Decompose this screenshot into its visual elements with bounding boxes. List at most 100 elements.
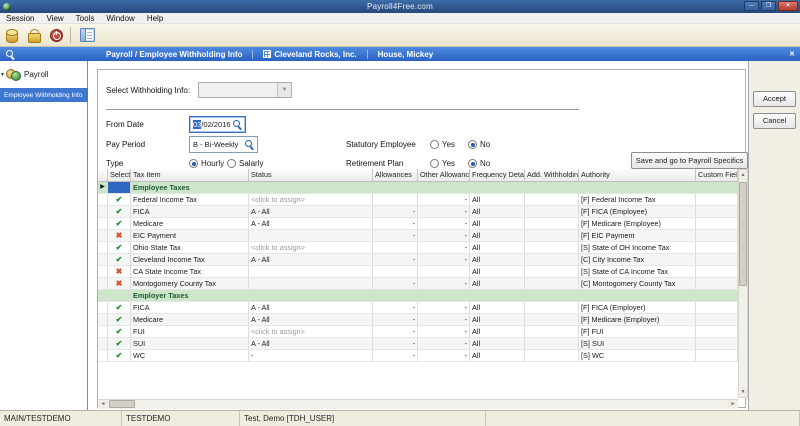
menu-item-session[interactable]: Session — [0, 14, 40, 23]
retirement-yes-radio[interactable] — [430, 159, 439, 168]
statutory-no-radio[interactable] — [468, 140, 477, 149]
select-cell[interactable]: ✔ — [108, 314, 131, 325]
column-header-other-allowances[interactable]: Other Allowances — [418, 169, 470, 181]
status-cell[interactable]: A - All — [249, 254, 373, 265]
status-cell[interactable]: A - All — [249, 218, 373, 229]
maximize-button[interactable]: ❐ — [761, 1, 776, 11]
lock-button[interactable] — [24, 26, 44, 45]
scroll-down-icon[interactable]: ▼ — [739, 387, 747, 397]
column-header-tax-item[interactable]: Tax Item — [131, 169, 249, 181]
search-button[interactable] — [0, 50, 20, 59]
select-cell[interactable]: ✔ — [108, 242, 131, 253]
status-cell[interactable] — [249, 230, 373, 241]
statutory-yes-radio[interactable] — [430, 140, 439, 149]
type-hourly-radio[interactable] — [189, 159, 198, 168]
sidebar-item-employee-withholding-info[interactable]: Employee Withholding Info — [0, 88, 88, 102]
minimize-button[interactable]: ─ — [744, 1, 759, 11]
column-header-authority[interactable]: Authority — [579, 169, 696, 181]
scroll-left-icon[interactable]: ◄ — [98, 400, 108, 408]
column-header-select[interactable]: Select — [108, 169, 131, 181]
status-cell[interactable]: A - All — [249, 206, 373, 217]
database-button[interactable] — [2, 26, 22, 45]
tab-2[interactable]: Cleveland Rocks, Inc. — [252, 50, 366, 59]
table-row[interactable]: ✔Cleveland Income TaxA - All--All[C] Cit… — [98, 254, 738, 266]
tax-item-cell: FICA — [131, 302, 249, 313]
table-row[interactable]: ✔FICAA - All--All[F] FICA (Employee) — [98, 206, 738, 218]
menu-item-view[interactable]: View — [40, 14, 69, 23]
select-cell[interactable]: ✖ — [108, 230, 131, 241]
status-cell[interactable] — [249, 266, 373, 277]
column-header-add-withholding[interactable]: Add. Withholding — [525, 169, 579, 181]
horizontal-scrollbar[interactable]: ◄ ► — [98, 399, 738, 409]
retirement-no-radio[interactable] — [468, 159, 477, 168]
withholding-select[interactable]: ▼ — [198, 82, 292, 98]
scroll-right-icon[interactable]: ► — [728, 400, 738, 408]
notebook-button[interactable] — [77, 26, 97, 45]
select-cell[interactable]: ✖ — [108, 278, 131, 289]
frequency-detail-cell: All — [470, 242, 525, 253]
select-cell[interactable]: ✔ — [108, 218, 131, 229]
close-button[interactable]: ✕ — [778, 1, 798, 11]
type-salarly-radio[interactable] — [227, 159, 236, 168]
tab-3[interactable]: House, Mickey — [367, 50, 444, 59]
table-group-row[interactable]: ▶Employee Taxes — [98, 182, 738, 194]
table-row[interactable]: ✔FICAA - All--All[F] FICA (Employer) — [98, 302, 738, 314]
horizontal-scroll-thumb[interactable] — [109, 400, 135, 408]
column-header-custom-field-va[interactable]: Custom Field Va — [696, 169, 738, 181]
date-lookup-icon[interactable] — [233, 120, 242, 129]
select-cell[interactable]: ✔ — [108, 302, 131, 313]
status-cell[interactable]: A - All — [249, 338, 373, 349]
cancel-button[interactable]: Cancel — [753, 113, 796, 129]
menu-item-window[interactable]: Window — [100, 14, 140, 23]
tab-1[interactable]: Payroll / Employee Withholding Info — [96, 50, 252, 59]
frequency-detail-cell: All — [470, 266, 525, 277]
table-row[interactable]: ✖CA State Income TaxAll[S] State of CA I… — [98, 266, 738, 278]
table-row[interactable]: ✔MedicareA - All--All[F] Medicare (Emplo… — [98, 218, 738, 230]
collapse-arrow-icon[interactable]: ▾ — [1, 71, 4, 78]
group-select-cell — [108, 182, 131, 193]
menu-item-help[interactable]: Help — [141, 14, 169, 23]
from-date-input[interactable]: 03/02/2016 — [189, 116, 246, 133]
status-cell[interactable]: - — [249, 350, 373, 361]
tab-close-icon[interactable]: ✕ — [789, 50, 795, 58]
column-header-status[interactable]: Status — [249, 169, 373, 181]
power-button[interactable] — [46, 26, 66, 45]
table-row[interactable]: ✔SUIA - All--All[S] SUI — [98, 338, 738, 350]
column-header-allowances[interactable]: Allowances — [373, 169, 418, 181]
status-cell[interactable] — [249, 278, 373, 289]
select-cell[interactable]: ✔ — [108, 206, 131, 217]
select-cell[interactable]: ✔ — [108, 194, 131, 205]
accept-button[interactable]: Accept — [753, 91, 796, 107]
status-cell[interactable]: A - All — [249, 314, 373, 325]
frequency-detail-cell: All — [470, 314, 525, 325]
table-group-row[interactable]: Employer Taxes — [98, 290, 738, 302]
scroll-up-icon[interactable]: ▲ — [739, 170, 747, 180]
select-cell[interactable]: ✖ — [108, 266, 131, 277]
table-row[interactable]: ✖Montogomery County Tax--All[C] Montogom… — [98, 278, 738, 290]
vertical-scroll-thumb[interactable] — [739, 182, 747, 286]
other-allowances-cell: - — [418, 254, 470, 265]
select-cell[interactable]: ✔ — [108, 338, 131, 349]
status-cell[interactable]: <click to assign> — [249, 326, 373, 337]
row-indicator-cell: ▶ — [98, 182, 108, 193]
save-payroll-specifics-button[interactable]: Save and go to Payroll Specifics — [631, 152, 748, 169]
status-cell[interactable]: A - All — [249, 302, 373, 313]
status-cell[interactable]: <click to assign> — [249, 194, 373, 205]
select-cell[interactable]: ✔ — [108, 254, 131, 265]
menu-item-tools[interactable]: Tools — [70, 14, 101, 23]
select-cell[interactable]: ✔ — [108, 350, 131, 361]
table-row[interactable]: ✔MedicareA - All--All[F] Medicare (Emplo… — [98, 314, 738, 326]
vertical-scrollbar[interactable]: ▲ ▼ — [738, 169, 748, 398]
sidebar-item-payroll[interactable]: ▾ Payroll — [0, 66, 88, 82]
status-cell[interactable]: <click to assign> — [249, 242, 373, 253]
table-row[interactable]: ✔FUI<click to assign>--All[F] FUI — [98, 326, 738, 338]
table-row[interactable]: ✖EIC Payment--All[F] EIC Payment — [98, 230, 738, 242]
frequency-detail-cell: All — [470, 194, 525, 205]
table-row[interactable]: ✔Federal Income Tax<click to assign>-All… — [98, 194, 738, 206]
table-row[interactable]: ✔Ohio State Tax<click to assign>-All[S] … — [98, 242, 738, 254]
pay-period-input[interactable]: B - Bi-Weekly — [189, 136, 258, 153]
select-cell[interactable]: ✔ — [108, 326, 131, 337]
column-header-frequency-detail[interactable]: Frequency Detail — [470, 169, 525, 181]
pay-period-lookup-icon[interactable] — [245, 140, 254, 149]
table-row[interactable]: ✔WC---All[S] WC — [98, 350, 738, 362]
